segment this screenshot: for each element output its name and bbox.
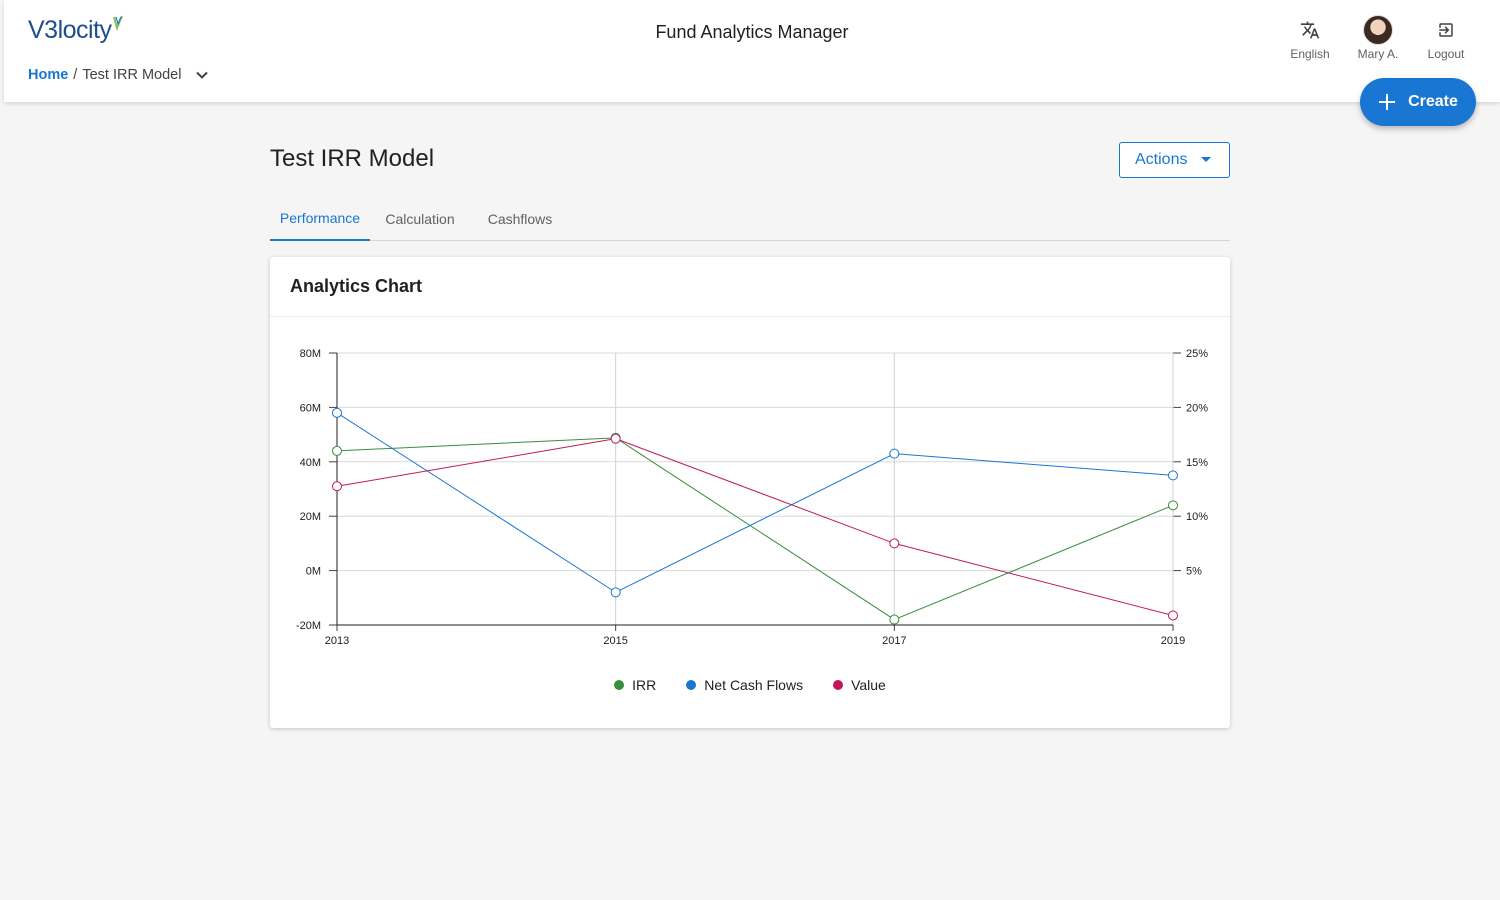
legend-label-net-cash-flows: Net Cash Flows	[704, 677, 804, 693]
analytics-chart-card: Analytics Chart 80M 60M 40M 20M 0M -20M 25% 20%…	[270, 257, 1230, 728]
legend-dot-value	[833, 680, 844, 690]
series-line-net-cash-flows	[336, 412, 1174, 593]
data-point-value	[332, 481, 342, 492]
y-left-tick-label: -20M	[296, 620, 321, 632]
translate-icon	[1300, 21, 1320, 39]
data-point-net-cash-flows	[1168, 470, 1178, 481]
language-label: English	[1290, 47, 1330, 61]
create-button[interactable]: Create	[1360, 78, 1476, 126]
y-right-tick-label: 20%	[1186, 402, 1208, 414]
data-point-net-cash-flows	[610, 587, 621, 598]
x-tick-label: 2019	[1161, 635, 1185, 647]
legend-item-irr[interactable]: IRR	[614, 677, 656, 693]
y-left-tick-label: 60M	[300, 402, 321, 414]
tab-calculation[interactable]: Calculation	[370, 196, 470, 241]
breadcrumb: Home / Test IRR Model	[28, 67, 210, 83]
analytics-line-chart: 80M 60M 40M 20M 0M -20M 25% 20% 15% 10% 5% 2013 2015…	[296, 348, 1208, 647]
breadcrumb-separator: /	[73, 67, 78, 83]
legend-item-net-cash-flows[interactable]: Net Cash Flows	[686, 677, 803, 693]
create-label: Create	[1408, 93, 1458, 110]
tab-cashflows[interactable]: Cashflows	[470, 196, 570, 241]
x-tick-label: 2013	[325, 635, 349, 647]
data-point-irr	[1168, 500, 1178, 511]
actions-dropdown-button[interactable]: Actions	[1119, 142, 1230, 178]
user-menu-button[interactable]: Mary A.	[1344, 14, 1412, 61]
legend-dot-irr	[614, 680, 625, 690]
caret-down-icon	[1201, 157, 1212, 162]
data-point-value	[889, 538, 900, 549]
legend-dot-net-cash-flows	[686, 680, 697, 690]
x-tick-label: 2015	[603, 635, 627, 647]
page-title: Test IRR Model	[270, 145, 435, 172]
y-left-tick-label: 20M	[300, 511, 321, 523]
legend-label-value: Value	[851, 677, 886, 693]
tab-performance[interactable]: Performance	[270, 196, 370, 241]
data-point-value	[610, 433, 621, 444]
logout-label: Logout	[1427, 47, 1465, 61]
y-right-tick-label: 10%	[1186, 511, 1208, 523]
data-point-value	[1168, 610, 1178, 621]
chevron-down-icon[interactable]	[194, 67, 210, 83]
data-point-irr	[889, 614, 900, 625]
top-app-bar: V3locity Fund Analytics Manager Home / T…	[4, 0, 1500, 102]
actions-label: Actions	[1135, 151, 1188, 168]
data-point-net-cash-flows	[889, 448, 900, 459]
avatar	[1363, 15, 1393, 45]
y-right-tick-label: 15%	[1186, 457, 1208, 469]
y-right-tick-label: 25%	[1186, 348, 1208, 360]
breadcrumb-current: Test IRR Model	[82, 67, 182, 83]
y-left-tick-label: 0M	[306, 566, 321, 578]
user-name-label: Mary A.	[1357, 47, 1399, 61]
legend-item-value[interactable]: Value	[833, 677, 886, 693]
logout-icon	[1439, 23, 1453, 37]
legend-label-irr: IRR	[632, 677, 657, 693]
tab-bar: Performance Calculation Cashflows	[270, 196, 1230, 241]
y-left-tick-label: 40M	[300, 457, 321, 469]
data-point-net-cash-flows	[332, 407, 342, 418]
x-tick-label: 2017	[882, 635, 906, 647]
y-right-tick-label: 5%	[1186, 566, 1202, 578]
y-left-tick-label: 80M	[300, 348, 321, 360]
language-button[interactable]: English	[1276, 14, 1344, 61]
breadcrumb-home-link[interactable]: Home	[28, 67, 68, 83]
data-point-irr	[332, 445, 342, 456]
header-actions: English Mary A. Logout	[1276, 14, 1480, 61]
logout-button[interactable]: Logout	[1412, 14, 1480, 61]
plus-icon	[1379, 94, 1396, 110]
chart-legend: IRR Net Cash Flows Value	[270, 677, 1230, 693]
